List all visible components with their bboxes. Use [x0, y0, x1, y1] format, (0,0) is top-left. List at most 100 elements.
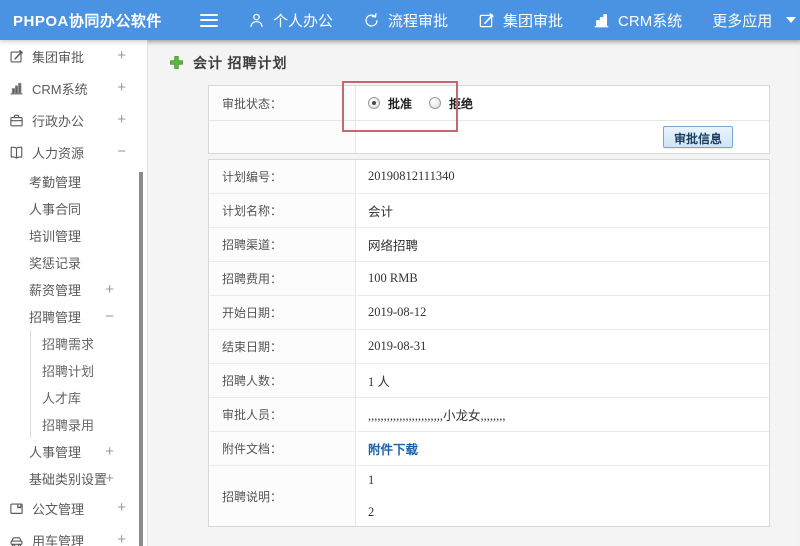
sidebar-item-recruit-demand[interactable]: 招聘需求 — [30, 330, 147, 357]
sidebar-item-recruitment[interactable]: 招聘管理 − — [0, 303, 147, 330]
app-window: PHPOA协同办公软件 个人办公 流程审批 集团审批 CRM系统 更多应用 集团审批 + C… — [0, 0, 800, 546]
main-content: 会计 招聘计划 审批状态： 批准 拒绝 审批信息 计划编号： 20190812111… — [148, 40, 800, 546]
sidebar-item-label: 招聘需求 — [42, 337, 95, 352]
sidebar-menu: 集团审批 + CRM系统 + 行政办公 + 人力资源 − 考勤管理 人事合同 培训管理 奖惩记录 薪资管… — [0, 40, 147, 546]
sidebar: 集团审批 + CRM系统 + 行政办公 + 人力资源 − 考勤管理 人事合同 培训管理 奖惩记录 薪资管… — [0, 40, 148, 546]
sidebar-item-label: 薪资管理 — [29, 283, 82, 298]
chart-icon — [9, 81, 24, 96]
top-header: PHPOA协同办公软件 个人办公 流程审批 集团审批 CRM系统 更多应用 — [0, 0, 800, 40]
detail-row-recruit-channel: 招聘渠道： 网络招聘 — [209, 228, 769, 262]
detail-value-plan-name: 会计 — [368, 205, 394, 219]
nav-item-group-approval[interactable]: 集团审批 — [478, 10, 563, 31]
sidebar-item-document-mgmt[interactable]: 公文管理 + — [0, 492, 147, 524]
expand-toggle[interactable]: + — [117, 499, 126, 516]
sidebar-item-label: 行政办公 — [32, 113, 85, 129]
nav-item-personal-office[interactable]: 个人办公 — [248, 10, 333, 31]
sidebar-item-crm-system[interactable]: CRM系统 + — [0, 72, 147, 104]
sidebar-item-label: 公文管理 — [32, 501, 85, 517]
sidebar-item-label: 招聘录用 — [42, 418, 95, 433]
detail-row-approvers: 审批人员： ,,,,,,,,,,,,,,,,,,,,,,,,小龙女,,,,,,,, — [209, 398, 769, 432]
app-body: 集团审批 + CRM系统 + 行政办公 + 人力资源 − 考勤管理 人事合同 培训管理 奖惩记录 薪资管… — [0, 40, 800, 546]
sidebar-item-label: 人才库 — [42, 391, 82, 406]
detail-value-recruit-cost: 100 RMB — [368, 271, 418, 285]
sidebar-item-hr-contract[interactable]: 人事合同 — [0, 195, 147, 222]
radio-label-approve: 批准 — [388, 96, 413, 111]
sidebar-item-salary[interactable]: 薪资管理 + — [0, 276, 147, 303]
radio-option-approve[interactable]: 批准 — [368, 95, 412, 112]
sidebar-item-label: 基础类别设置 — [29, 472, 108, 487]
details-table: 计划编号： 20190812111340 计划名称： 会计 招聘渠道： 网络招聘 招聘费用：… — [208, 159, 770, 527]
collapse-toggle[interactable]: − — [105, 308, 114, 325]
detail-row-end-date: 结束日期： 2019-08-31 — [209, 330, 769, 364]
nav-label-crm-system: CRM系统 — [618, 12, 683, 30]
detail-row-plan-number: 计划编号： 20190812111340 — [209, 160, 769, 194]
detail-value-approvers: ,,,,,,,,,,,,,,,,,,,,,,,,小龙女,,,,,,,, — [368, 409, 506, 423]
breadcrumb: 会计 招聘计划 — [148, 40, 800, 85]
sidebar-item-base-category[interactable]: 基础类别设置 + — [0, 465, 147, 492]
sidebar-item-attendance[interactable]: 考勤管理 — [0, 168, 147, 195]
detail-label-end-date: 结束日期： — [209, 330, 356, 363]
approval-status-row: 审批状态： 批准 拒绝 — [209, 86, 769, 121]
expand-toggle[interactable]: + — [117, 531, 126, 546]
sidebar-scrollbar-thumb[interactable] — [139, 172, 143, 546]
menu-toggle-icon[interactable] — [200, 13, 218, 27]
sidebar-item-training[interactable]: 培训管理 — [0, 222, 147, 249]
expand-toggle[interactable]: + — [117, 111, 126, 128]
detail-label-approvers: 审批人员： — [209, 398, 356, 431]
book-icon — [9, 145, 24, 160]
expand-toggle[interactable]: + — [105, 281, 114, 298]
detail-row-recruit-cost: 招聘费用： 100 RMB — [209, 262, 769, 296]
nav-label-more-apps: 更多应用 — [712, 12, 773, 30]
detail-row-description: 招聘说明： 1 2 — [209, 466, 769, 526]
app-logo[interactable]: PHPOA协同办公软件 — [0, 10, 187, 31]
approval-info-button[interactable]: 审批信息 — [662, 126, 733, 148]
attachment-download-link[interactable]: 附件下载 — [368, 439, 418, 458]
detail-value-recruit-channel: 网络招聘 — [368, 239, 419, 253]
empty-label-cell — [209, 121, 356, 153]
sidebar-item-personnel[interactable]: 人事管理 + — [0, 438, 147, 465]
sidebar-item-reward-punishment[interactable]: 奖惩记录 — [0, 249, 147, 276]
detail-row-headcount: 招聘人数： 1 人 — [209, 364, 769, 398]
expand-toggle[interactable]: + — [105, 443, 114, 460]
nav-label-group-approval: 集团审批 — [503, 12, 564, 30]
nav-item-crm-system[interactable]: CRM系统 — [593, 10, 682, 31]
description-line: 2 — [368, 504, 375, 519]
detail-value-start-date: 2019-08-12 — [368, 305, 427, 319]
radio-approve[interactable] — [368, 97, 380, 109]
sidebar-item-label: 集团审批 — [32, 49, 85, 65]
sidebar-item-recruit-plan[interactable]: 招聘计划 — [30, 357, 147, 384]
expand-toggle[interactable]: + — [105, 470, 114, 487]
sidebar-item-recruit-hire[interactable]: 招聘录用 — [30, 411, 147, 438]
expand-toggle[interactable]: + — [117, 79, 126, 96]
radio-reject[interactable] — [429, 97, 442, 109]
nav-item-more-apps[interactable]: 更多应用 — [712, 10, 797, 31]
detail-label-recruit-channel: 招聘渠道： — [209, 228, 356, 261]
collapse-toggle[interactable]: − — [117, 143, 126, 160]
detail-value-headcount: 1 人 — [368, 375, 390, 389]
caret-down-icon — [786, 17, 797, 23]
detail-label-plan-name: 计划名称： — [209, 194, 356, 227]
sidebar-item-vehicle-mgmt[interactable]: 用车管理 + — [0, 524, 147, 546]
sidebar-item-admin-office[interactable]: 行政办公 + — [0, 104, 147, 136]
expand-toggle[interactable]: + — [117, 47, 126, 64]
detail-value-attachment: 附件下载 — [356, 432, 769, 465]
detail-label-attachment: 附件文档： — [209, 432, 356, 465]
radio-option-reject[interactable]: 拒绝 — [429, 95, 473, 112]
nav-item-workflow-approval[interactable]: 流程审批 — [363, 10, 448, 31]
sidebar-item-label: 招聘计划 — [42, 364, 95, 379]
process-icon — [363, 12, 380, 29]
detail-label-recruit-cost: 招聘费用： — [209, 262, 356, 295]
detail-row-start-date: 开始日期： 2019-08-12 — [209, 296, 769, 330]
approval-status-options: 批准 拒绝 — [356, 86, 769, 120]
detail-label-plan-number: 计划编号： — [209, 160, 356, 193]
add-icon — [169, 55, 184, 70]
sidebar-item-label: 培训管理 — [29, 229, 82, 244]
sidebar-item-group-approval[interactable]: 集团审批 + — [0, 40, 147, 72]
sidebar-item-talent-pool[interactable]: 人才库 — [30, 384, 147, 411]
sidebar-item-human-resources[interactable]: 人力资源 − — [0, 136, 147, 168]
detail-label-description: 招聘说明： — [209, 466, 356, 526]
sidebar-item-label: 招聘管理 — [29, 310, 82, 325]
user-icon — [248, 12, 265, 29]
detail-value-description: 12 — [356, 466, 769, 526]
edit-icon — [478, 12, 495, 29]
